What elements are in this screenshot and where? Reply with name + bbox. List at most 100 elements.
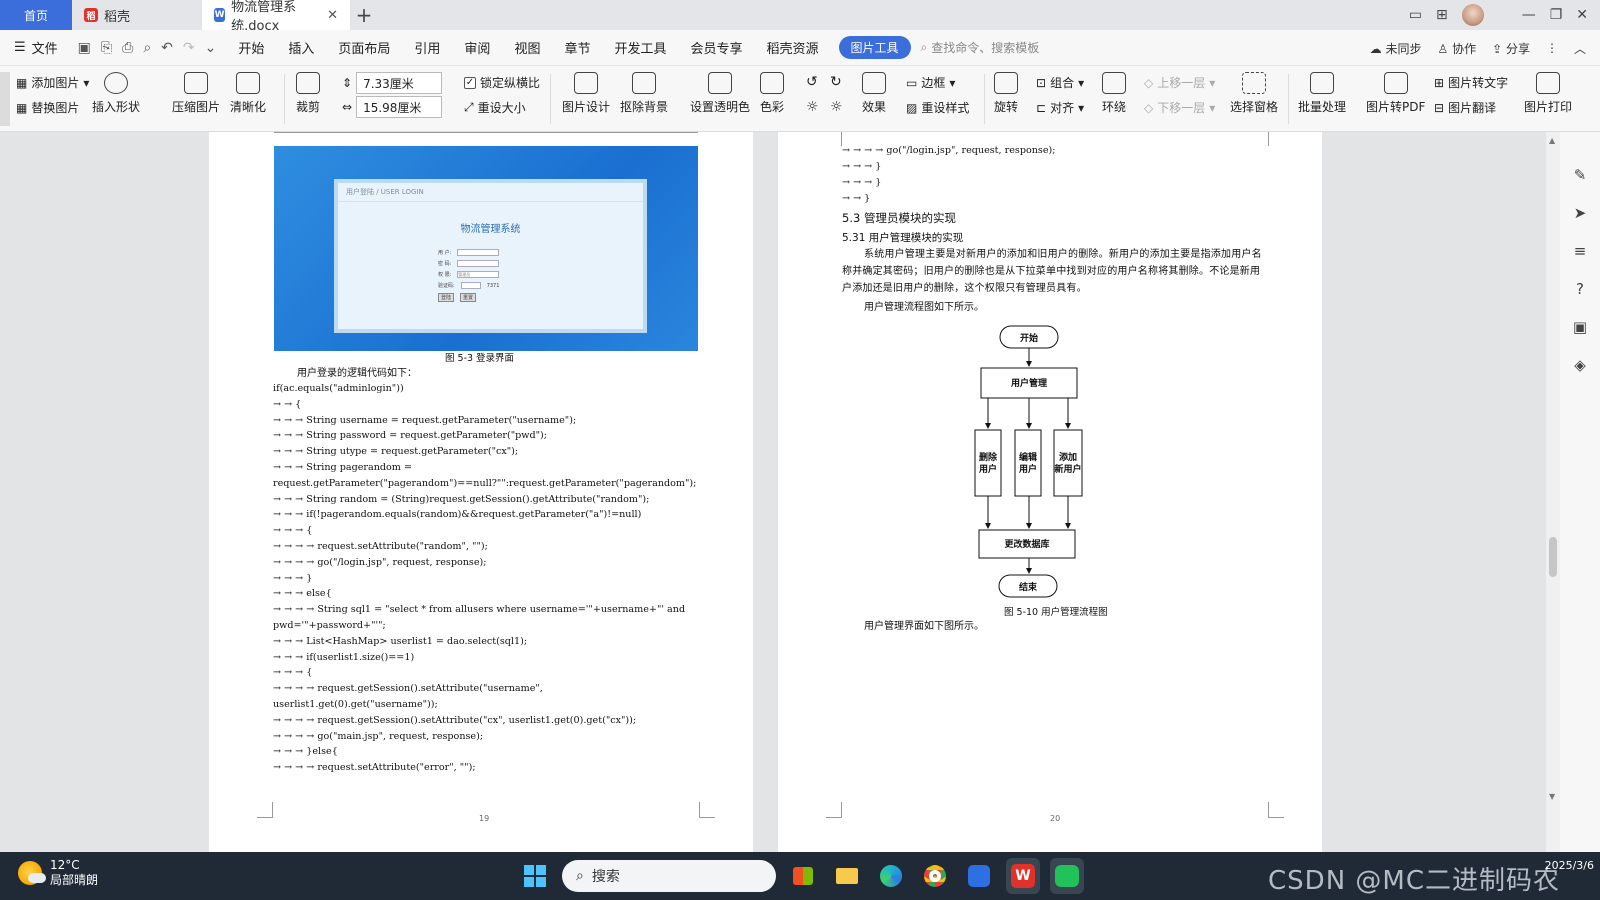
- microsoft-store-icon[interactable]: [786, 858, 820, 894]
- height-field[interactable]: ⇔ 15.98厘米: [342, 96, 443, 118]
- align-icon: ⊏: [1036, 100, 1047, 115]
- menu-tab-member[interactable]: 会员专享: [678, 38, 754, 57]
- add-image-button[interactable]: ▦ 添加图片 ▾: [16, 74, 89, 91]
- pointer-icon[interactable]: ➤: [1571, 204, 1589, 222]
- tab-daoke[interactable]: 稻 稻壳: [72, 0, 202, 30]
- clock[interactable]: 2025/3/6: [1545, 858, 1594, 874]
- command-search[interactable]: ⌕ 查找命令、搜索模板: [921, 39, 1040, 56]
- windows-start-icon[interactable]: [518, 858, 552, 894]
- taskbar-search[interactable]: ⌕ 搜索: [562, 860, 776, 892]
- bring-forward-button[interactable]: ◇ 上移一层 ▾: [1144, 74, 1215, 91]
- print-image-button[interactable]: 图片打印: [1524, 72, 1572, 115]
- to-text-button[interactable]: ⊞ 图片转文字: [1434, 74, 1508, 91]
- compress-button[interactable]: 压缩图片: [172, 72, 220, 115]
- save-icon[interactable]: ▣: [78, 40, 91, 56]
- login-code-row: 验证码: 7371: [438, 282, 499, 289]
- close-tab-icon[interactable]: ✕: [327, 8, 338, 23]
- rotate-right-icon[interactable]: ↻: [830, 74, 842, 90]
- share-button[interactable]: ⇪ 分享: [1492, 40, 1530, 57]
- chrome-icon[interactable]: [918, 858, 952, 894]
- settings-sliders-icon[interactable]: ≡: [1571, 242, 1589, 260]
- scroll-up-icon[interactable]: ▲: [1549, 136, 1555, 145]
- ribbon-scroll-left[interactable]: [0, 72, 10, 126]
- more-dropdown-icon[interactable]: ⌄: [205, 40, 217, 56]
- tab-home[interactable]: 首页: [0, 0, 72, 30]
- layout-icon[interactable]: ▭: [1409, 7, 1422, 23]
- tab-document[interactable]: W 物流管理系统.docx ✕: [202, 0, 350, 34]
- reset-size-button[interactable]: ⤢ 重设大小: [464, 99, 526, 116]
- rotate-button[interactable]: 旋转: [994, 72, 1018, 115]
- menu-tab-chapter[interactable]: 章节: [552, 38, 602, 57]
- more-icon[interactable]: ⋮: [1546, 41, 1558, 55]
- minimize-icon[interactable]: —: [1522, 7, 1536, 23]
- group-button[interactable]: ⊡ 组合 ▾: [1036, 74, 1084, 91]
- border-button[interactable]: ▭ 边框 ▾: [906, 74, 955, 91]
- height-input[interactable]: 15.98厘米: [356, 96, 443, 118]
- plugin-icon[interactable]: ◈: [1571, 356, 1589, 374]
- width-input[interactable]: 7.33厘米: [356, 72, 443, 94]
- wrap-button[interactable]: 环绕: [1102, 72, 1126, 115]
- color-button[interactable]: 色彩: [760, 72, 784, 115]
- selection-pane-button[interactable]: 选择窗格: [1230, 72, 1278, 115]
- transparent-button[interactable]: 设置透明色: [690, 72, 750, 115]
- batch-button[interactable]: 批量处理: [1298, 72, 1346, 115]
- sharpen-button[interactable]: 清晰化: [230, 72, 266, 115]
- contrast-icon[interactable]: ☼: [830, 99, 843, 115]
- print-icon[interactable]: ⎙: [122, 40, 133, 56]
- edge-icon[interactable]: [874, 858, 908, 894]
- app-icon[interactable]: [962, 858, 996, 894]
- menu-tab-layout[interactable]: 页面布局: [326, 38, 402, 57]
- avatar[interactable]: [1461, 4, 1484, 26]
- collapse-ribbon-icon[interactable]: ︿: [1574, 40, 1586, 57]
- to-pdf-button[interactable]: 图片转PDF: [1366, 72, 1425, 115]
- login-screenshot-image[interactable]: 用户登陆 / USER LOGIN 物流管理系统 用 户: 密 码: 权 限: 管…: [274, 146, 698, 351]
- redo-icon[interactable]: ↷: [183, 40, 195, 56]
- insert-shape-button[interactable]: 插入形状: [92, 72, 140, 115]
- file-menu[interactable]: ☰ 文件: [0, 38, 68, 57]
- apps-grid-icon[interactable]: ⊞: [1436, 7, 1448, 23]
- wechat-icon[interactable]: [1050, 858, 1084, 894]
- restore-icon[interactable]: ❐: [1550, 7, 1563, 23]
- reset-style-button[interactable]: ▨ 重设样式: [906, 99, 969, 116]
- to-text-label: 图片转文字: [1448, 76, 1509, 90]
- vertical-scrollbar[interactable]: ▲ ▼: [1546, 132, 1560, 852]
- wps-icon[interactable]: W: [1006, 858, 1040, 894]
- batch-icon: [1310, 72, 1334, 94]
- help-icon[interactable]: ?: [1571, 280, 1589, 298]
- lock-ratio-checkbox[interactable]: ✓ 锁定纵横比: [464, 74, 540, 91]
- effect-button[interactable]: 效果: [862, 72, 886, 115]
- weather-widget[interactable]: 12°C 局部晴朗: [18, 858, 98, 888]
- code-line: → → {: [273, 398, 302, 410]
- new-tab-icon[interactable]: +: [350, 0, 378, 30]
- menu-tab-view[interactable]: 视图: [502, 38, 552, 57]
- menu-tab-review[interactable]: 审阅: [452, 38, 502, 57]
- file-explorer-icon[interactable]: [830, 858, 864, 894]
- undo-icon[interactable]: ↶: [161, 40, 173, 56]
- pen-icon[interactable]: ✎: [1571, 166, 1589, 184]
- preview-icon[interactable]: ⌕: [143, 40, 151, 56]
- image-design-button[interactable]: 图片设计: [562, 72, 610, 115]
- menu-tab-start[interactable]: 开始: [226, 38, 276, 57]
- align-button[interactable]: ⊏ 对齐 ▾: [1036, 99, 1084, 116]
- scroll-down-icon[interactable]: ▼: [1549, 792, 1555, 801]
- menu-tab-developer[interactable]: 开发工具: [602, 38, 678, 57]
- crop-button[interactable]: 裁剪: [296, 72, 320, 115]
- brightness-icon[interactable]: ☼: [806, 99, 819, 115]
- width-field[interactable]: ⇕ 7.33厘米: [342, 72, 443, 94]
- image-tools-icon[interactable]: ▣: [1571, 318, 1589, 336]
- flow-start-text: 开始: [1020, 332, 1038, 344]
- translate-button[interactable]: ⊟ 图片翻译: [1434, 99, 1496, 116]
- menu-tab-picture-tools[interactable]: 图片工具: [838, 36, 911, 59]
- menu-tab-insert[interactable]: 插入: [276, 38, 326, 57]
- export-icon[interactable]: ⎘: [101, 40, 112, 56]
- collab-button[interactable]: ♙ 协作: [1437, 40, 1476, 57]
- scrollbar-thumb[interactable]: [1549, 537, 1557, 577]
- menu-tab-daoke[interactable]: 稻壳资源: [755, 38, 831, 57]
- replace-image-button[interactable]: ▦ 替换图片: [16, 99, 79, 116]
- close-window-icon[interactable]: ✕: [1576, 7, 1588, 23]
- send-backward-button[interactable]: ◇ 下移一层 ▾: [1144, 99, 1215, 116]
- sync-button[interactable]: ☁ 未同步: [1370, 40, 1422, 57]
- menu-tab-reference[interactable]: 引用: [402, 38, 452, 57]
- remove-bg-button[interactable]: 抠除背景: [620, 72, 668, 115]
- rotate-left-icon[interactable]: ↺: [806, 74, 818, 90]
